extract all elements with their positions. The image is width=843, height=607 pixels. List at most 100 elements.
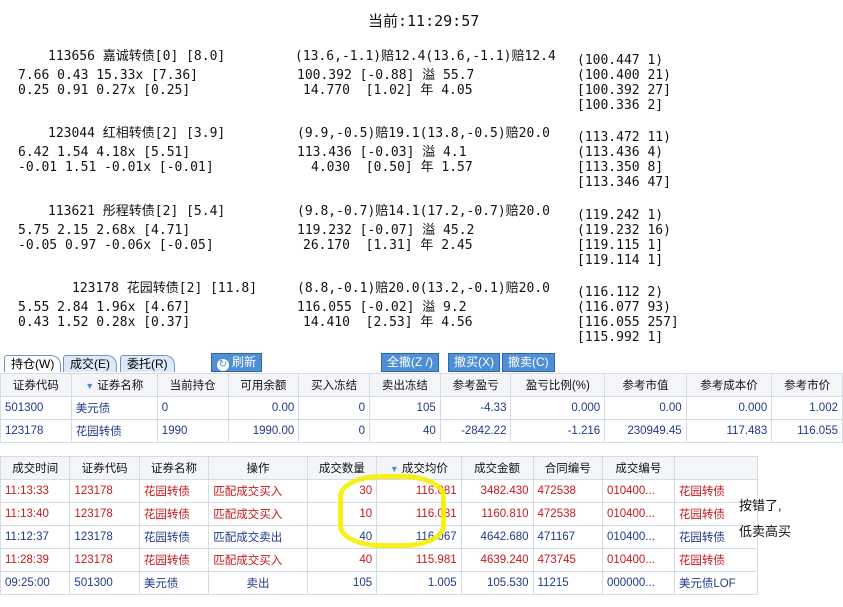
column-header[interactable]: 卖出冻结 (369, 373, 441, 397)
cell-operation: 卖出 (208, 571, 308, 595)
table-row[interactable]: 123178 花园转债 1990 1990.00 0 40 -2842.22 -… (0, 419, 843, 443)
cell-contract-no: 471167 (532, 525, 603, 549)
quote-title: 113621 彤程转债[2] [5.4] (48, 204, 226, 219)
cancel-sell-button[interactable]: 撤卖(C) (502, 353, 555, 372)
cell-name: 美元债 (138, 571, 210, 595)
column-header[interactable]: 证券代码 (69, 456, 140, 480)
column-header[interactable]: 成交时间 (0, 456, 71, 480)
cell-trade-no: 000000... (601, 571, 675, 595)
cell-buy-frozen: 0 (298, 396, 370, 420)
highlight-marker (338, 474, 446, 548)
cell-pnl: -4.33 (439, 396, 512, 420)
order-book-level: (100.447 1) (577, 53, 664, 68)
table-row[interactable]: 11:28:39 123178 花园转债 匹配成交买入 40 115.981 4… (0, 548, 759, 572)
table-row[interactable]: 501300 美元债 0 0.00 0 105 -4.33 0.000 0.00… (0, 396, 843, 420)
cell-operation: 匹配成交买入 (208, 502, 308, 526)
clock-display: 当前:11:29:57 (368, 12, 480, 30)
cell-amount: 4642.680 (460, 525, 534, 549)
tab-position[interactable]: 持仓(W) (4, 355, 62, 372)
table-header-row: 证券代码 ▼ 证券名称 当前持仓 可用余额 买入冻结 卖出冻结 参考盈亏 盈亏比例… (0, 373, 843, 397)
cell-name: 花园转债 (138, 502, 210, 526)
column-header[interactable]: 成交编号 (601, 456, 675, 480)
quote-odds: (9.9,-0.5)赔19.1(13.8,-0.5)赔20.0 (297, 126, 550, 141)
cell-position: 1990 (156, 419, 229, 443)
column-header[interactable]: 参考市值 (604, 373, 687, 397)
cell-avg-price: 115.981 (376, 548, 462, 572)
column-header-label: 成交均价 (401, 463, 448, 475)
cell-time: 11:13:40 (0, 502, 71, 526)
cell-market-price: 1.002 (771, 396, 843, 420)
column-header[interactable]: 证券名称 (138, 456, 210, 480)
refresh-label: 刷新 (232, 355, 257, 369)
cell-operation: 匹配成交买入 (208, 548, 308, 572)
quote-price: 116.055 [-0.02] 溢 9.2 (297, 300, 467, 315)
cell-operation: 匹配成交卖出 (208, 525, 308, 549)
order-book-level: [119.114 1] (577, 253, 664, 268)
cell-pnl-pct: 0.000 (510, 396, 606, 420)
cell-buy-frozen: 0 (298, 419, 370, 443)
cell-operation: 匹配成交买入 (208, 479, 308, 503)
column-header[interactable]: 参考盈亏 (439, 373, 512, 397)
cell-code: 123178 (69, 502, 140, 526)
column-header[interactable]: 合同编号 (532, 456, 603, 480)
cell-amount: 3482.430 (460, 479, 534, 503)
cell-code: 123178 (69, 525, 140, 549)
quote-yield: 4.030 [0.50] 年 1.57 (311, 160, 473, 175)
quote-stats: 0.25 0.91 0.27x [0.25] (18, 83, 191, 98)
cell-code: 123178 (69, 479, 140, 503)
cell-amount: 105.530 (460, 571, 534, 595)
cancel-all-button[interactable]: 全撤(Z /) (381, 353, 439, 372)
column-header[interactable]: 参考成本价 (685, 373, 773, 397)
cell-contract-no: 472538 (532, 479, 603, 503)
column-header-label: 证券名称 (97, 380, 144, 392)
cell-cost-price: 117.483 (685, 419, 773, 443)
cell-security: 花园转债 (673, 548, 759, 572)
order-book-level: [113.346 47] (577, 175, 671, 190)
tab-trades[interactable]: 成交(E) (63, 355, 117, 372)
column-header[interactable]: 证券代码 (0, 373, 72, 397)
cell-available: 1990.00 (227, 419, 300, 443)
cell-avg-price: 1.005 (376, 571, 462, 595)
cell-amount: 1160.810 (460, 502, 534, 526)
cell-code: 501300 (69, 571, 140, 595)
quote-stats: 7.66 0.43 15.33x [7.36] (18, 68, 199, 83)
refresh-icon: ↻ (217, 359, 229, 371)
quote-stats: 0.43 1.52 0.28x [0.37] (18, 315, 191, 330)
quote-title: 123178 花园转债[2] [11.8] (72, 281, 258, 296)
column-header[interactable]: 盈亏比例(%) (510, 373, 606, 397)
refresh-button[interactable]: ↻ 刷新 (211, 353, 263, 372)
cell-quantity: 105 (306, 571, 378, 595)
column-header[interactable] (673, 456, 759, 480)
quote-price: 100.392 [-0.88] 溢 55.7 (297, 68, 475, 83)
quote-stats: -0.05 0.97 -0.06x [-0.05] (18, 238, 214, 253)
column-header[interactable]: 当前持仓 (156, 373, 229, 397)
cell-code: 123178 (69, 548, 140, 572)
column-header[interactable]: 参考市价 (771, 373, 843, 397)
order-book-level: [119.115 1] (577, 238, 664, 253)
tab-orders[interactable]: 委托(R) (120, 355, 175, 372)
order-book-level: (100.400 21) (577, 68, 671, 83)
column-header[interactable]: 操作 (208, 456, 308, 480)
cell-trade-no: 010400... (601, 479, 675, 503)
column-header[interactable]: 成交金额 (460, 456, 534, 480)
quote-yield: 26.170 [1.31] 年 2.45 (303, 238, 473, 253)
order-book-level: [115.992 1] (577, 330, 664, 345)
column-header[interactable]: 可用余额 (227, 373, 300, 397)
column-header[interactable]: ▼ 证券名称 (70, 373, 158, 397)
cell-name: 花园转债 (138, 479, 210, 503)
table-row[interactable]: 09:25:00 501300 美元债 卖出 105 1.005 105.530… (0, 571, 759, 595)
cell-name: 花园转债 (138, 525, 210, 549)
cell-pnl-pct: -1.216 (510, 419, 606, 443)
order-book-level: (116.112 2) (577, 285, 664, 300)
cell-code: 501300 (0, 396, 72, 420)
order-book-level: [116.055 257] (577, 315, 679, 330)
cell-time: 11:13:33 (0, 479, 71, 503)
cell-name: 美元债 (70, 396, 158, 420)
order-book-level: (113.472 11) (577, 130, 671, 145)
column-header[interactable]: 买入冻结 (298, 373, 370, 397)
sort-arrow-icon: ▼ (85, 381, 95, 391)
cell-time: 11:28:39 (0, 548, 71, 572)
cell-pnl: -2842.22 (439, 419, 512, 443)
cancel-buy-button[interactable]: 撤买(X) (448, 353, 500, 372)
cell-quantity: 40 (306, 548, 378, 572)
